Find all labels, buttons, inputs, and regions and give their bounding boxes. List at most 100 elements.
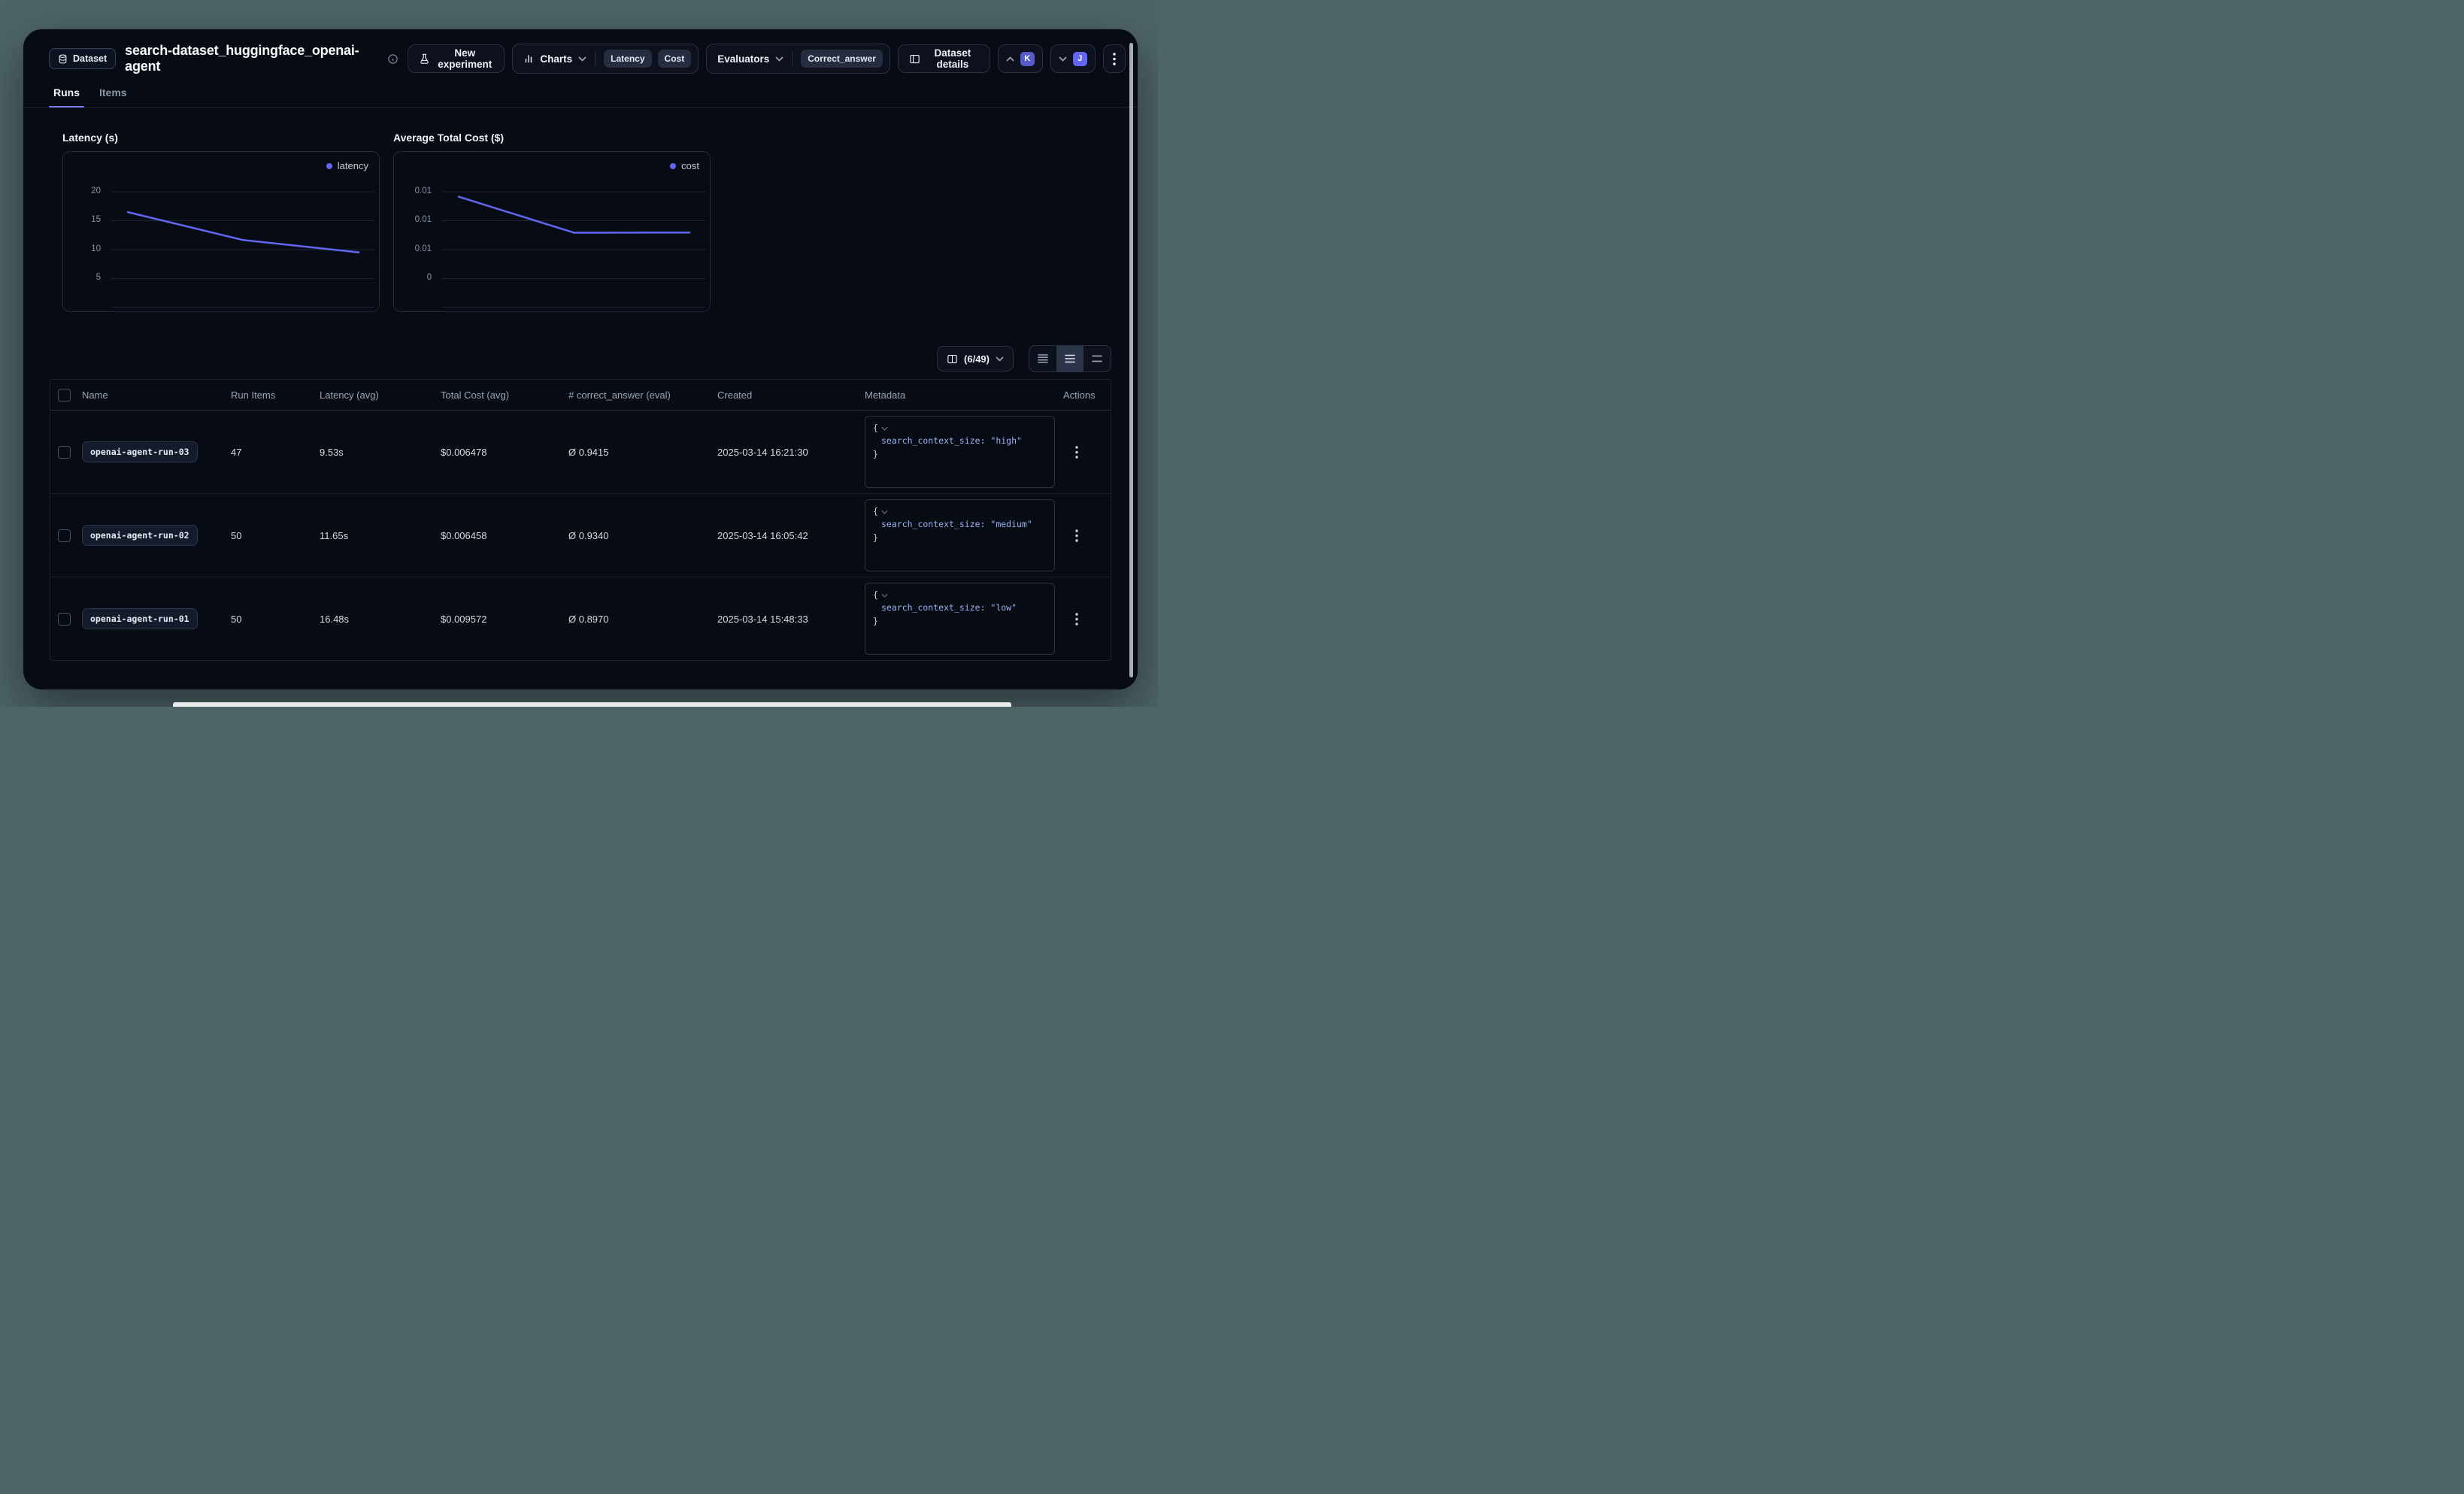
column-selector-button[interactable]: (6/49) [937,346,1014,371]
run-items-value: 50 [231,530,320,541]
chart-card: cost 0.01 0.01 0.01 0 [393,151,711,312]
new-experiment-label: New experiment [436,47,493,70]
charts-section: Latency (s) latency 20 15 10 5 [23,108,1138,312]
table-row[interactable]: openai-agent-run-01 50 16.48s $0.009572 … [50,577,1111,660]
metadata-json[interactable]: { search_context_size: "medium" } [865,499,1055,571]
app-window: Dataset search-dataset_huggingface_opena… [23,29,1138,690]
metadata-entry: search_context_size: "low" [873,602,1047,614]
select-all-checkbox[interactable] [58,389,71,402]
collapse-chevron-icon[interactable] [881,593,888,598]
run-items-value: 50 [231,614,320,625]
row-checkbox[interactable] [58,446,71,459]
kebab-icon [1075,613,1078,626]
charts-button-label: Charts [540,53,572,65]
correct-answer-value: Ø 0.8970 [568,614,717,625]
chevron-down-icon [996,356,1004,362]
brace-close: } [873,448,1047,461]
tab-bar: Runs Items [23,74,1138,108]
header-kebab-menu[interactable] [1103,44,1126,73]
table-row[interactable]: openai-agent-run-03 47 9.53s $0.006478 Ø… [50,411,1111,494]
new-experiment-button[interactable]: New experiment [408,44,505,73]
evaluator-chip-correct-answer[interactable]: Correct_answer [801,50,883,68]
panel-icon [909,53,920,65]
column-header-latency[interactable]: Latency (avg) [320,389,441,401]
chevron-down-icon [578,56,586,62]
row-checkbox[interactable] [58,529,71,542]
nav-down-button[interactable]: J [1050,44,1096,73]
row-height-medium-button[interactable] [1056,346,1083,371]
column-header-actions: Actions [1063,389,1111,401]
dataset-details-button[interactable]: Dataset details [898,44,990,73]
brace-close: } [873,615,1047,628]
latency-chart: Latency (s) latency 20 15 10 5 [62,132,380,312]
correct-answer-value: Ø 0.9415 [568,447,717,458]
collapse-chevron-icon[interactable] [881,426,888,431]
table-row[interactable]: openai-agent-run-02 50 11.65s $0.006458 … [50,494,1111,577]
page-title: search-dataset_huggingface_openai-agent [125,43,378,74]
info-icon[interactable] [387,53,399,65]
key-badge-j: J [1073,52,1087,66]
chevron-down-icon [775,56,783,62]
column-header-correct-answer[interactable]: # correct_answer (eval) [568,389,717,401]
row-height-small-button[interactable] [1029,346,1056,371]
latency-avg-value: 11.65s [320,530,441,541]
nav-up-button[interactable]: K [998,44,1043,73]
column-header-name[interactable]: Name [82,389,231,401]
dataset-badge: Dataset [49,48,116,69]
line-chart [63,152,379,311]
created-value: 2025-03-14 16:05:42 [717,530,865,541]
created-value: 2025-03-14 15:48:33 [717,614,865,625]
key-badge-k: K [1020,52,1035,66]
run-name-badge[interactable]: openai-agent-run-02 [82,525,198,546]
chart-chip-cost[interactable]: Cost [658,50,692,68]
collapse-chevron-icon[interactable] [881,510,888,514]
column-header-metadata[interactable]: Metadata [865,389,1063,401]
metadata-entry: search_context_size: "medium" [873,518,1047,531]
bar-chart-icon [523,53,534,64]
kebab-icon [1075,446,1078,459]
row-actions-menu[interactable] [1071,441,1083,463]
row-height-toggle [1029,345,1111,372]
brace-open: { [873,422,878,435]
evaluators-button-label: Evaluators [717,53,769,65]
dataset-badge-label: Dataset [73,53,107,64]
metadata-json[interactable]: { search_context_size: "high" } [865,416,1055,488]
column-header-total-cost[interactable]: Total Cost (avg) [441,389,568,401]
rows-tall-icon [1092,353,1102,364]
scrollbar[interactable] [1129,43,1133,677]
chevron-up-icon [1006,56,1014,62]
evaluators-control[interactable]: Evaluators Correct_answer [706,44,890,74]
row-checkbox[interactable] [58,613,71,626]
chart-chip-latency[interactable]: Latency [604,50,651,68]
tab-runs[interactable]: Runs [53,86,80,107]
row-actions-menu[interactable] [1071,525,1083,547]
latency-avg-value: 16.48s [320,614,441,625]
line-chart [394,152,710,311]
brace-open: { [873,589,878,602]
total-cost-avg-value: $0.009572 [441,614,568,625]
desktop: Dataset search-dataset_huggingface_opena… [0,0,1158,707]
column-header-created[interactable]: Created [717,389,865,401]
metadata-entry: search_context_size: "high" [873,435,1047,447]
header-actions: New experiment Charts Latency Cost Evalu… [408,44,1126,74]
header: Dataset search-dataset_huggingface_opena… [49,43,1126,74]
run-name-badge[interactable]: openai-agent-run-03 [82,441,198,462]
database-icon [58,54,68,64]
correct-answer-value: Ø 0.9340 [568,530,717,541]
row-height-large-button[interactable] [1083,346,1111,371]
tab-items[interactable]: Items [99,86,127,107]
chevron-down-icon [1059,56,1067,62]
chart-title: Average Total Cost ($) [393,132,711,144]
divider [792,51,793,66]
kebab-icon [1075,529,1078,542]
run-name-badge[interactable]: openai-agent-run-01 [82,608,198,629]
charts-control[interactable]: Charts Latency Cost [512,44,699,74]
brace-open: { [873,505,878,518]
total-cost-avg-value: $0.006458 [441,530,568,541]
column-header-run-items[interactable]: Run Items [231,389,320,401]
metadata-json[interactable]: { search_context_size: "low" } [865,583,1055,655]
chart-card: latency 20 15 10 5 [62,151,380,312]
table-controls: (6/49) [50,345,1111,372]
row-actions-menu[interactable] [1071,608,1083,630]
table-header: Name Run Items Latency (avg) Total Cost … [50,380,1111,411]
